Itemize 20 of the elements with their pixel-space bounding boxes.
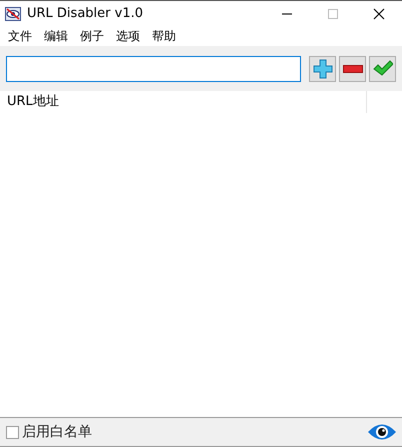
eye-icon: [5, 6, 21, 20]
url-field[interactable]: [6, 56, 301, 82]
eye-icon[interactable]: [367, 423, 397, 441]
apply-button[interactable]: [369, 56, 396, 82]
menu-item[interactable]: 编辑: [39, 28, 73, 44]
maximize-icon: [328, 8, 338, 18]
menu-item[interactable]: 选项: [111, 28, 145, 44]
add-button[interactable]: [309, 56, 336, 82]
menu-item[interactable]: 帮助: [147, 28, 181, 44]
checkbox-label: 启用白名单: [22, 423, 92, 441]
remove-button[interactable]: [339, 56, 366, 82]
plus-icon: [312, 58, 332, 78]
window-title: URL Disabler v1.0: [27, 6, 144, 21]
close-icon: [373, 8, 385, 20]
column-header[interactable]: URL地址: [0, 91, 367, 113]
menu-item[interactable]: 例子: [75, 28, 109, 44]
minus-icon: [342, 64, 362, 72]
checkbox[interactable]: [6, 426, 19, 438]
check-icon: [372, 60, 392, 78]
menu-item[interactable]: 文件: [3, 28, 37, 44]
